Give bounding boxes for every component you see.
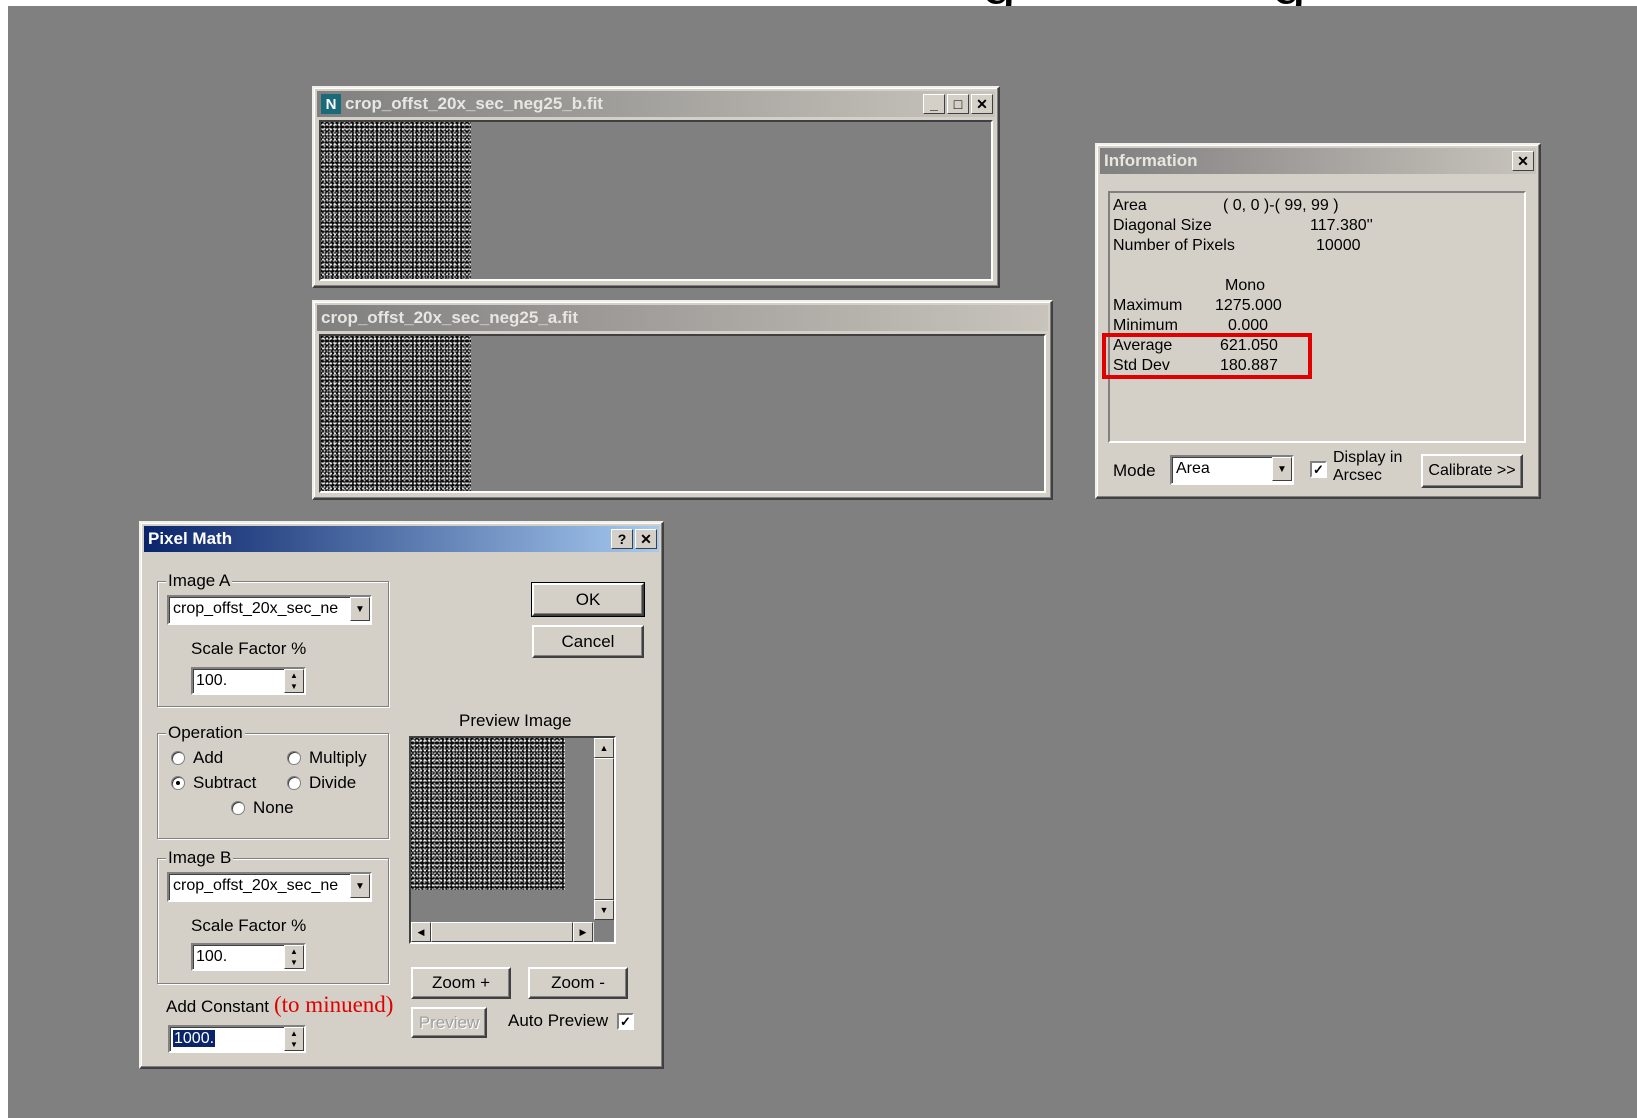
- app-icon: N: [321, 94, 341, 114]
- pixel-math-dialog[interactable]: Pixel Math ? ✕ Image A crop_offst_20x_se…: [139, 521, 664, 1069]
- maximum-label: Maximum: [1113, 297, 1183, 314]
- auto-preview-label: Auto Preview: [508, 1011, 609, 1030]
- image-window-a[interactable]: crop_offst_20x_sec_neg25_a.fit: [312, 300, 1053, 500]
- close-icon[interactable]: ✕: [1512, 151, 1534, 171]
- op-none-radio[interactable]: None: [231, 798, 294, 818]
- image-a-select[interactable]: crop_offst_20x_sec_ne ▼: [167, 595, 372, 625]
- scroll-thumb[interactable]: [594, 758, 614, 900]
- chevron-down-icon[interactable]: ▼: [350, 874, 370, 898]
- spinner-arrows-icon[interactable]: ▲ ▼: [284, 669, 304, 693]
- preview-frame[interactable]: ▲ ▼ ◀ ▶: [409, 736, 616, 944]
- scale-b-label: Scale Factor %: [191, 916, 307, 935]
- info-panel: Area ( 0, 0 )-( 99, 99 ) Diagonal Size 1…: [1102, 191, 1526, 443]
- highlight-box: [1102, 333, 1312, 379]
- chevron-down-icon[interactable]: ▼: [350, 597, 370, 621]
- preview-button[interactable]: Preview: [411, 1007, 487, 1038]
- image-a-label: Image A: [166, 571, 233, 591]
- scroll-up-icon[interactable]: ▲: [594, 738, 614, 758]
- scale-a-stepper[interactable]: 100. ▲ ▼: [191, 667, 306, 695]
- window-title: crop_offst_20x_sec_neg25_b.fit: [345, 94, 603, 113]
- area-label: Area: [1113, 197, 1147, 214]
- scale-b-stepper[interactable]: 100. ▲ ▼: [191, 943, 306, 971]
- spinner-arrows-icon[interactable]: ▲ ▼: [284, 1027, 304, 1051]
- window-title: crop_offst_20x_sec_neg25_a.fit: [321, 308, 579, 327]
- radio-icon: [231, 801, 245, 815]
- scroll-thumb-h[interactable]: [431, 922, 573, 942]
- calibrate-button[interactable]: Calibrate >>: [1421, 454, 1523, 488]
- close-icon[interactable]: ✕: [971, 94, 993, 114]
- scroll-left-icon[interactable]: ◀: [411, 922, 431, 942]
- image-b-value: crop_offst_20x_sec_ne: [173, 877, 339, 894]
- mono-header: Mono: [1225, 277, 1266, 294]
- image-b-select[interactable]: crop_offst_20x_sec_ne ▼: [167, 872, 372, 902]
- pixels-value: 10000: [1316, 237, 1361, 254]
- ok-button[interactable]: OK: [531, 582, 645, 617]
- constant-value: 1000.: [173, 1030, 216, 1047]
- radio-selected-icon: [171, 776, 185, 790]
- diagonal-label: Diagonal Size: [1113, 217, 1212, 234]
- scroll-down-icon[interactable]: ▼: [594, 900, 614, 920]
- add-constant-stepper[interactable]: 1000. ▲ ▼: [168, 1025, 306, 1053]
- diagonal-value: 117.380'': [1310, 217, 1373, 234]
- horizontal-scrollbar[interactable]: ◀ ▶: [411, 922, 594, 942]
- scale-a-label: Scale Factor %: [191, 639, 307, 658]
- image-canvas[interactable]: [319, 334, 1046, 493]
- maximize-icon[interactable]: □: [947, 94, 969, 114]
- op-add-radio[interactable]: Add: [171, 748, 223, 768]
- vertical-scrollbar[interactable]: ▲ ▼: [594, 738, 614, 920]
- preview-noise-image: [411, 738, 565, 890]
- mode-select[interactable]: Area ▼: [1170, 455, 1294, 485]
- scale-b-value: 100.: [196, 948, 228, 965]
- title-bar[interactable]: Pixel Math ? ✕: [144, 526, 659, 552]
- zoom-out-button[interactable]: Zoom -: [528, 967, 628, 999]
- help-icon[interactable]: ?: [611, 529, 633, 549]
- minuend-annotation: (to minuend): [274, 992, 394, 1017]
- title-bar[interactable]: crop_offst_20x_sec_neg25_a.fit: [317, 305, 1048, 331]
- auto-preview-checkbox[interactable]: ✓: [617, 1013, 634, 1030]
- image-window-b[interactable]: N crop_offst_20x_sec_neg25_b.fit _ □ ✕: [312, 86, 1000, 288]
- title-bar[interactable]: N crop_offst_20x_sec_neg25_b.fit _ □ ✕: [317, 91, 995, 117]
- image-a-value: crop_offst_20x_sec_ne: [173, 600, 339, 617]
- noise-image: [321, 122, 471, 279]
- cancel-button[interactable]: Cancel: [532, 625, 644, 658]
- noise-image: [321, 336, 471, 491]
- radio-icon: [287, 776, 301, 790]
- area-value: ( 0, 0 )-( 99, 99 ): [1223, 197, 1339, 214]
- close-icon[interactable]: ✕: [635, 529, 657, 549]
- minimize-icon[interactable]: _: [923, 94, 945, 114]
- image-canvas[interactable]: [319, 120, 993, 281]
- op-multiply-radio[interactable]: Multiply: [287, 748, 367, 768]
- zoom-in-button[interactable]: Zoom +: [411, 967, 511, 999]
- dialog-title: Pixel Math: [148, 529, 233, 548]
- scale-a-value: 100.: [196, 672, 228, 689]
- op-divide-radio[interactable]: Divide: [287, 773, 356, 793]
- window-title: Information: [1104, 151, 1198, 170]
- mode-label: Mode: [1113, 461, 1156, 480]
- spinner-arrows-icon[interactable]: ▲ ▼: [284, 945, 304, 969]
- radio-icon: [171, 751, 185, 765]
- add-constant-label: Add Constant: [166, 997, 270, 1016]
- op-subtract-radio[interactable]: Subtract: [171, 773, 256, 793]
- maximum-value: 1275.000: [1215, 297, 1282, 314]
- mode-value: Area: [1176, 460, 1210, 477]
- information-window[interactable]: Information ✕ Area ( 0, 0 )-( 99, 99 ) D…: [1095, 143, 1541, 499]
- radio-icon: [287, 751, 301, 765]
- display-arcsec-label: Display in Arcsec: [1333, 449, 1403, 484]
- pixels-label: Number of Pixels: [1113, 237, 1235, 254]
- display-arcsec-checkbox[interactable]: ✓: [1310, 461, 1327, 478]
- chevron-down-icon[interactable]: ▼: [1272, 457, 1292, 481]
- operation-label: Operation: [166, 723, 245, 743]
- title-bar[interactable]: Information ✕: [1100, 148, 1536, 174]
- image-b-label: Image B: [166, 848, 234, 868]
- preview-image-label: Preview Image: [459, 711, 572, 730]
- scroll-right-icon[interactable]: ▶: [573, 922, 593, 942]
